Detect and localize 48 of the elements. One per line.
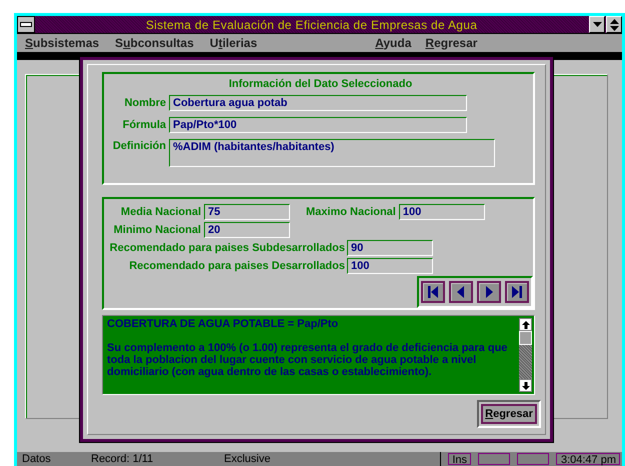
menu-item[interactable]: Subsistemas — [25, 36, 100, 50]
field-label: Definición — [112, 139, 167, 152]
status-text: Record: 1/11 — [90, 453, 154, 465]
status-panel — [478, 453, 510, 465]
triangle-left-icon — [455, 285, 467, 299]
window-title: Sistema de Evaluación de Eficiencia de Empresas de Agua — [144, 18, 478, 32]
field-label: Recomendado para paises Subdesarrollados — [108, 242, 346, 254]
status-text: Exclusive — [223, 453, 270, 465]
field-label: Maximo Nacional — [306, 206, 397, 218]
previous-record-button[interactable] — [449, 281, 473, 303]
text-field[interactable]: Pap/Pto*100 — [169, 117, 467, 133]
text-field[interactable]: 75 — [204, 204, 290, 220]
status-clock: 3:04:47 pm — [556, 453, 620, 465]
group-heading: Información del Dato Seleccionado — [228, 78, 414, 90]
text-field[interactable]: 100 — [398, 204, 485, 220]
field-label: Nombre — [123, 97, 167, 109]
restore-button[interactable] — [606, 16, 622, 33]
status-indicator: Ins — [448, 453, 471, 465]
skip-last-icon — [511, 285, 523, 299]
last-record-button[interactable] — [505, 281, 529, 303]
next-record-button[interactable] — [477, 281, 501, 303]
text-field[interactable]: 20 — [204, 222, 290, 238]
menu-item[interactable]: Ayuda — [375, 36, 412, 50]
minimize-button[interactable] — [589, 16, 605, 33]
memo-title: COBERTURA DE AGUA POTABLE = Pap/Pto — [107, 318, 340, 330]
scroll-bar[interactable] — [519, 318, 532, 392]
text-field[interactable]: Cobertura agua potab — [169, 95, 467, 111]
field-label: Minimo Nacional — [112, 224, 202, 236]
field-label: Recomendado para paises Desarrollados — [128, 260, 346, 272]
text-field[interactable]: %ADIM (habitantes/habitantes) — [169, 139, 495, 167]
menu-item[interactable]: Utilerias — [210, 36, 258, 50]
return-button[interactable]: Regresar — [481, 404, 537, 424]
skip-first-icon — [427, 285, 439, 299]
menu-item[interactable]: Subconsultas — [115, 36, 194, 50]
up-down-arrows-icon — [610, 18, 618, 30]
text-field[interactable]: 90 — [347, 240, 433, 256]
text-field[interactable]: 100 — [347, 258, 433, 274]
field-label: Fórmula — [122, 119, 167, 131]
first-record-button[interactable] — [421, 281, 445, 303]
field-label: Media Nacional — [120, 206, 202, 218]
system-menu-button[interactable] — [17, 16, 35, 33]
memo-text: Su complemento a 100% (o 1.00) representa el grado de deficiencia para que toda la poblacion del lugar cuente con servicio de agua potable a nivel domiciliario (con agua dentro de las casas o establecimiento). — [107, 342, 508, 378]
caret-down-icon — [592, 22, 602, 28]
triangle-right-icon — [483, 285, 495, 299]
status-text: Datos — [21, 453, 52, 465]
memo-box[interactable] — [102, 315, 535, 395]
menu-item[interactable]: Regresar — [425, 36, 478, 50]
status-panel — [517, 453, 549, 465]
